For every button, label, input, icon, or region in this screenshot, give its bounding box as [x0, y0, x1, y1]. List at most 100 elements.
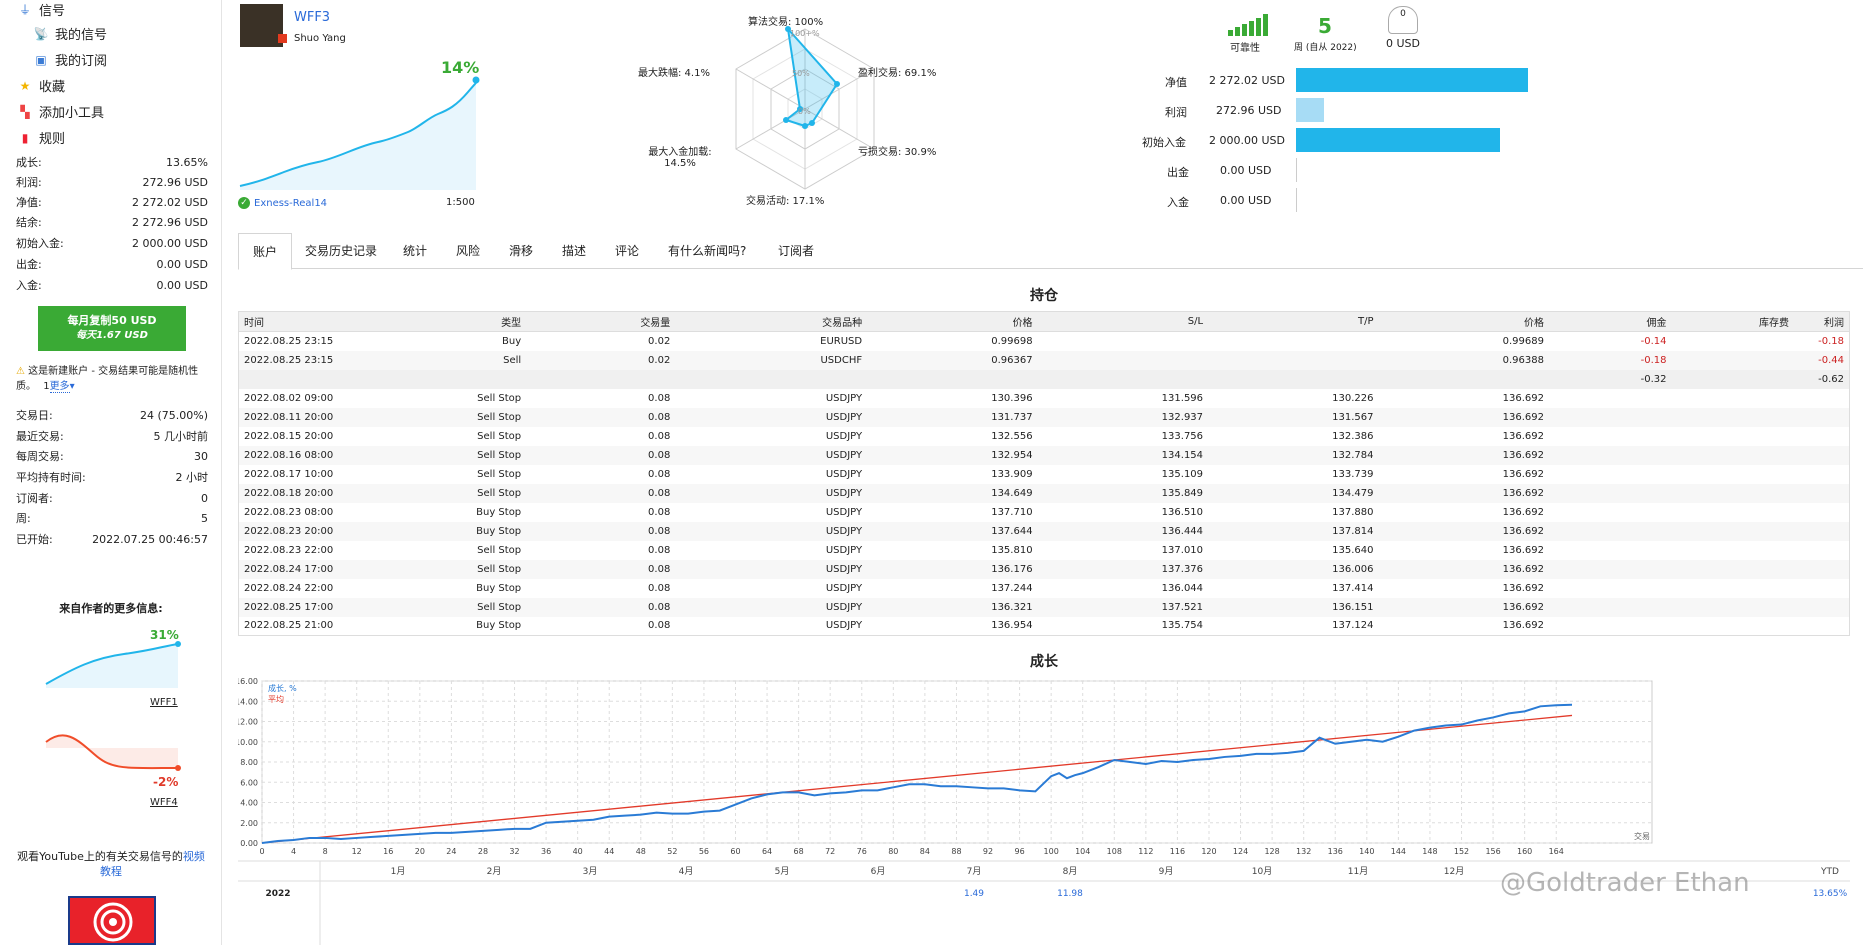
warning-icon: ⚠	[16, 366, 29, 377]
nav-favorites[interactable]: ★ 收藏	[18, 76, 65, 96]
tab-account[interactable]: 账户	[238, 233, 293, 270]
col-commission[interactable]: 佣金	[1548, 311, 1672, 332]
table-cell: 136.692	[1378, 445, 1549, 465]
col-sl[interactable]: S/L	[1037, 311, 1209, 332]
target-icon	[93, 902, 133, 942]
x-tick-label: 28	[478, 847, 488, 856]
table-cell	[1671, 541, 1794, 560]
fin-deposit-label: 入金	[1167, 196, 1189, 209]
table-cell	[1794, 617, 1850, 636]
tab-reviews[interactable]: 评论	[601, 233, 653, 269]
col-type[interactable]: 类型	[398, 311, 527, 332]
table-cell: 0.08	[526, 559, 676, 579]
nav-my-subscriptions[interactable]: ▣ 我的订阅	[34, 50, 107, 70]
author-name[interactable]: Shuo Yang	[294, 33, 346, 44]
table-cell: 132.784	[1208, 445, 1379, 465]
y-tick-label: 12.00	[238, 718, 258, 727]
x-tick-label: 92	[983, 847, 993, 856]
table-cell	[1548, 521, 1672, 541]
mini-chart-wff4[interactable]	[44, 728, 184, 780]
table-cell: 137.710	[991, 506, 1033, 518]
table-cell: 136.151	[1208, 597, 1379, 617]
table-cell: USDJPY	[825, 468, 863, 480]
table-cell	[1671, 407, 1794, 427]
copy-button[interactable]: 每月复制50 USD 每天1.67 USD	[38, 306, 186, 351]
table-cell: 0.08	[648, 544, 671, 556]
col-price[interactable]: 价格	[867, 311, 1038, 332]
x-tick-label: 84	[920, 847, 930, 856]
fin-withdraw-value: 0.00 USD	[1220, 164, 1272, 177]
table-cell: USDJPY	[825, 392, 863, 404]
table-cell: 0.02	[526, 350, 676, 370]
signal-name[interactable]: WFF3	[294, 10, 330, 25]
nav-rules[interactable]: ▮ 规则	[18, 128, 65, 148]
subscribers-icon: 0	[1388, 6, 1418, 34]
table-cell	[1794, 521, 1850, 541]
month-label: 8月	[1063, 866, 1078, 877]
table-cell	[1671, 521, 1794, 541]
fin-initial-value: 2 000.00 USD	[1209, 134, 1285, 147]
table-cell: Buy Stop	[476, 506, 522, 518]
x-axis-label: 交易	[1634, 831, 1650, 841]
fin-withdraw-bar	[1296, 158, 1297, 182]
youtube-logo[interactable]	[68, 896, 156, 945]
x-tick-label: 0	[259, 847, 264, 856]
table-cell	[1208, 332, 1378, 351]
broker[interactable]: ✓ Exness-Real14	[238, 197, 327, 209]
table-cell: 0.96388	[1378, 350, 1549, 370]
nav-add-widget[interactable]: ▚ 添加小工具	[18, 102, 104, 122]
fin-equity-value: 2 272.02 USD	[1209, 74, 1285, 87]
table-cell: 135.109	[1161, 468, 1204, 480]
fin-profit-bar	[1296, 98, 1324, 122]
table-cell: 2022.08.25 21:00	[244, 620, 334, 632]
table-row: 2022.08.18 20:00 Sell Stop 0.08 USDJPY 134.6…	[238, 483, 1850, 503]
table-cell: 136.692	[1502, 392, 1544, 404]
col-symbol[interactable]: 交易品种	[675, 311, 868, 332]
x-tick-label: 16	[383, 847, 393, 856]
stat-trades-per-week: 每周交易: 30	[16, 450, 208, 463]
nav-signals[interactable]: ⏚ 信号	[18, 0, 65, 19]
col-profit[interactable]: 利润	[1794, 311, 1850, 332]
more-from-author-title: 来自作者的更多信息:	[59, 602, 163, 615]
table-cell: 136.321	[867, 597, 1038, 617]
table-cell: 136.510	[1161, 506, 1204, 518]
growth-sparkline	[239, 76, 480, 190]
col-swap[interactable]: 库存费	[1671, 311, 1794, 332]
table-cell: Sell Stop	[398, 407, 527, 427]
mini2-name[interactable]: WFF4	[150, 797, 178, 808]
table-cell	[1671, 483, 1794, 503]
tab-description[interactable]: 描述	[548, 233, 600, 269]
table-cell: 131.596	[1161, 392, 1204, 404]
tab-slippage[interactable]: 滑移	[495, 233, 547, 269]
more-link[interactable]: 更多	[49, 381, 70, 393]
table-cell: 137.124	[1332, 620, 1374, 632]
table-cell: Buy Stop	[398, 521, 527, 541]
table-cell: 0.08	[648, 582, 671, 594]
table-cell: 0.08	[526, 407, 676, 427]
table-cell: 0.08	[648, 468, 671, 480]
tab-history[interactable]: 交易历史记录	[291, 233, 391, 269]
table-cell: 0.08	[648, 430, 671, 442]
tab-risk[interactable]: 风险	[442, 233, 494, 269]
table-cell: USDJPY	[825, 544, 863, 556]
legend-average: 平均	[268, 694, 284, 704]
x-tick-label: 96	[1014, 847, 1024, 856]
tab-news[interactable]: 有什么新闻吗?	[654, 233, 760, 269]
col-time[interactable]: 时间	[238, 311, 399, 332]
author-avatar[interactable]	[240, 4, 283, 47]
col-price2[interactable]: 价格	[1378, 311, 1549, 332]
table-row: 2022.08.15 20:00 Sell Stop 0.08 USDJPY 132.5…	[239, 427, 1850, 446]
table-cell: 2022.08.17 10:00	[244, 468, 334, 480]
table-cell	[1794, 559, 1850, 579]
col-tp[interactable]: T/P	[1208, 311, 1379, 332]
tab-subscribers[interactable]: 订阅者	[764, 233, 828, 269]
table-cell: 0.08	[648, 620, 671, 632]
tab-statistics[interactable]: 统计	[389, 233, 441, 269]
mini1-name[interactable]: WFF1	[150, 697, 178, 708]
stat-avg-holding: 平均持有时间: 2 小时	[16, 471, 208, 484]
col-volume[interactable]: 交易量	[526, 311, 676, 332]
nav-my-signals[interactable]: 📡 我的信号	[34, 24, 107, 44]
table-cell: 2022.08.15 20:00	[244, 430, 334, 442]
x-tick-label: 76	[857, 847, 867, 856]
table-cell: Sell Stop	[477, 392, 522, 404]
